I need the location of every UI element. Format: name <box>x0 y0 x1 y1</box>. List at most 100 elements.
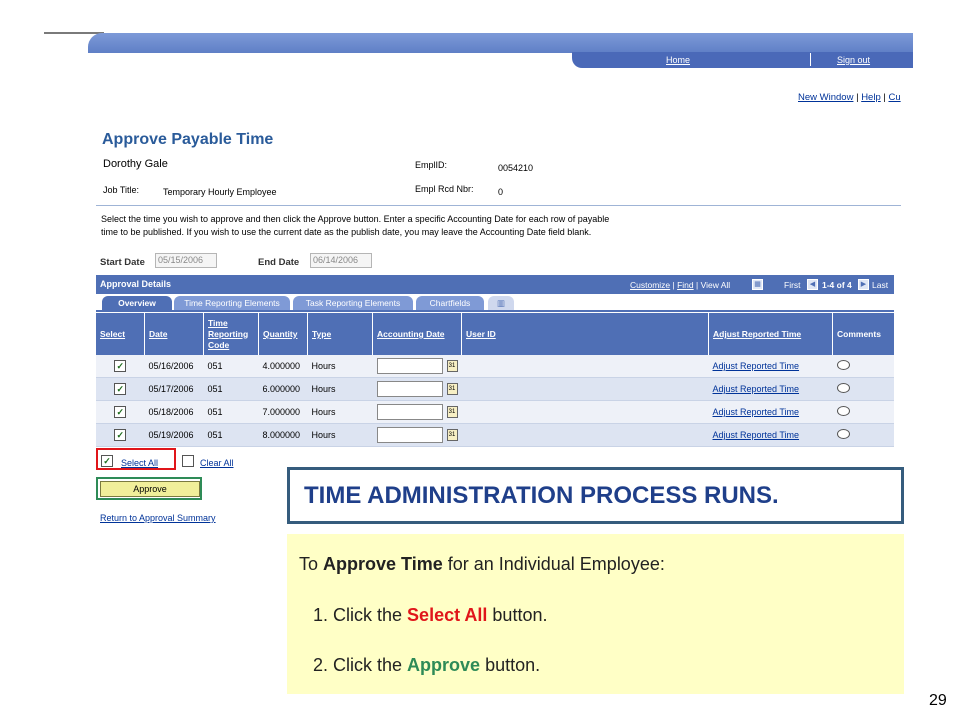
adjust-reported-time-link[interactable]: Adjust Reported Time <box>713 361 800 371</box>
accounting-date-input[interactable] <box>376 381 443 397</box>
type-cell: Hours <box>307 423 373 447</box>
col-comments: Comments <box>832 313 894 355</box>
adjust-cell: Adjust Reported Time <box>708 423 833 447</box>
home-link[interactable]: Home <box>666 55 690 65</box>
nav-separator <box>810 53 811 66</box>
end-date-field: 06/14/2006 <box>310 253 372 268</box>
clear-all-link[interactable]: Clear All <box>200 458 234 468</box>
tab-time-reporting-elements[interactable]: Time Reporting Elements <box>174 296 290 310</box>
select-cell: ✓ <box>96 423 145 447</box>
help-link[interactable]: Help <box>861 92 881 103</box>
comment-bubble-icon[interactable] <box>836 360 850 370</box>
row-select-checkbox[interactable]: ✓ <box>114 406 127 418</box>
grid-tabs: Overview Time Reporting Elements Task Re… <box>96 294 894 312</box>
col-select[interactable]: Select <box>96 313 145 355</box>
col-trc-line-3: Code <box>208 339 230 350</box>
find-link[interactable]: Find <box>677 280 694 290</box>
view-all-link[interactable]: View All <box>701 280 731 290</box>
comments-cell <box>832 355 894 378</box>
adjust-reported-time-link[interactable]: Adjust Reported Time <box>713 407 800 417</box>
col-trc-line-2: Reporting <box>208 328 249 339</box>
type-cell: Hours <box>307 355 373 378</box>
grid-title: Approval Details <box>100 279 172 289</box>
approve-button[interactable]: Approve <box>100 481 200 497</box>
type-cell: Hours <box>307 400 373 424</box>
customize-page-link[interactable]: Cu <box>888 92 900 103</box>
date-cell: 05/16/2006 <box>144 355 204 378</box>
clear-all-checkbox-icon[interactable] <box>182 455 194 467</box>
show-all-columns-icon[interactable]: ▥ <box>488 296 514 310</box>
tab-overview[interactable]: Overview <box>102 296 172 310</box>
calendar-icon[interactable]: 31 <box>446 360 458 372</box>
table-row: ✓ 05/16/2006 051 4.000000 Hours 31 Adjus… <box>96 355 894 378</box>
process-banner: TIME ADMINISTRATION PROCESS RUNS. <box>287 467 904 524</box>
callout-step-1: 1. Click the Select All button. <box>313 605 547 626</box>
select-cell: ✓ <box>96 400 145 424</box>
col-quantity[interactable]: Quantity <box>258 313 308 355</box>
code-cell: 051 <box>203 400 259 424</box>
user-id-cell <box>461 400 709 424</box>
comments-cell <box>832 400 894 424</box>
col-trc-line-1: Time <box>208 317 228 328</box>
calendar-icon[interactable]: 31 <box>446 383 458 395</box>
date-cell: 05/17/2006 <box>144 377 204 401</box>
row-select-checkbox[interactable]: ✓ <box>114 360 127 372</box>
instructions: Select the time you wish to approve and … <box>101 213 711 239</box>
col-date[interactable]: Date <box>144 313 204 355</box>
row-select-checkbox[interactable]: ✓ <box>114 383 127 395</box>
col-time-reporting-code[interactable]: Time Reporting Code <box>203 313 259 355</box>
code-cell: 051 <box>203 355 259 378</box>
select-cell: ✓ <box>96 355 145 378</box>
callout-intro-pre: To <box>299 554 324 574</box>
table-row: ✓ 05/18/2006 051 7.000000 Hours 31 Adjus… <box>96 400 894 424</box>
emplid-label: EmplID: <box>415 160 448 170</box>
tab-chartfields[interactable]: Chartfields <box>416 296 484 310</box>
last-link[interactable]: Last <box>872 280 888 290</box>
table-row: ✓ 05/17/2006 051 6.000000 Hours 31 Adjus… <box>96 377 894 401</box>
adjust-reported-time-link[interactable]: Adjust Reported Time <box>713 430 800 440</box>
grid-toolbar: Customize | Find | View All <box>630 280 731 290</box>
comment-bubble-icon[interactable] <box>836 383 850 393</box>
customize-link[interactable]: Customize <box>630 280 670 290</box>
calendar-icon[interactable]: 31 <box>446 406 458 418</box>
instructions-line-1: Select the time you wish to approve and … <box>101 214 610 224</box>
accounting-date-input[interactable] <box>376 358 443 374</box>
user-id-cell <box>461 423 709 447</box>
accounting-date-input[interactable] <box>376 427 443 443</box>
select-all-link[interactable]: Select All <box>121 458 158 468</box>
callout-intro: To Approve Time for an Individual Employ… <box>299 554 665 575</box>
start-date-label: Start Date <box>100 257 145 268</box>
col-type[interactable]: Type <box>307 313 373 355</box>
sign-out-link[interactable]: Sign out <box>837 55 870 65</box>
tab-task-reporting-elements[interactable]: Task Reporting Elements <box>293 296 413 310</box>
step-2-key: Approve <box>407 655 481 675</box>
next-arrow-icon[interactable]: ▶ <box>858 279 869 290</box>
code-cell: 051 <box>203 423 259 447</box>
new-window-link[interactable]: New Window <box>798 92 853 103</box>
job-title-value: Temporary Hourly Employee <box>163 187 277 197</box>
calendar-icon[interactable]: 31 <box>446 429 458 441</box>
callout-intro-post: for an Individual Employee: <box>442 554 665 574</box>
user-id-cell <box>461 377 709 401</box>
col-adjust-reported-time[interactable]: Adjust Reported Time <box>708 313 833 355</box>
empl-rcd-label: Empl Rcd Nbr: <box>415 184 474 194</box>
adjust-reported-time-link[interactable]: Adjust Reported Time <box>713 384 800 394</box>
col-accounting-date[interactable]: Accounting Date <box>372 313 462 355</box>
return-to-approval-summary-link[interactable]: Return to Approval Summary <box>100 513 216 523</box>
col-user-id[interactable]: User ID <box>461 313 709 355</box>
instructions-line-2: time to be published. If you wish to use… <box>101 227 592 237</box>
first-link[interactable]: First <box>784 280 801 290</box>
download-grid-icon[interactable]: ▦ <box>752 279 763 290</box>
job-title-label: Job Title: <box>103 185 140 195</box>
comments-cell <box>832 423 894 447</box>
section-divider <box>96 205 901 206</box>
user-id-cell <box>461 355 709 378</box>
select-all-checkbox-icon[interactable]: ✓ <box>101 455 113 467</box>
slide-number: 29 <box>929 692 947 709</box>
comment-bubble-icon[interactable] <box>836 406 850 416</box>
previous-arrow-icon[interactable]: ◀ <box>807 279 818 290</box>
comment-bubble-icon[interactable] <box>836 429 850 439</box>
comments-cell <box>832 377 894 401</box>
accounting-date-input[interactable] <box>376 404 443 420</box>
row-select-checkbox[interactable]: ✓ <box>114 429 127 441</box>
